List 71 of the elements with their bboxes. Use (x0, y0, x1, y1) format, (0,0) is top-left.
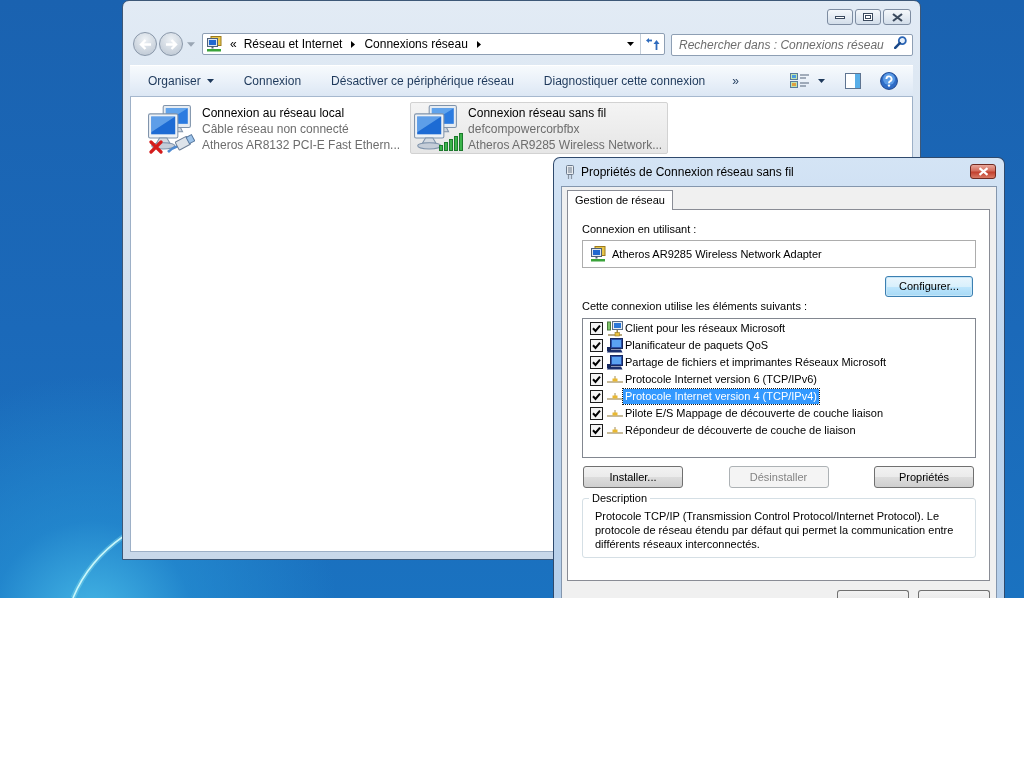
network-computers-icon (148, 105, 192, 150)
arrow-right-icon (164, 38, 178, 50)
close-button[interactable] (970, 164, 996, 179)
maximize-button[interactable] (855, 9, 881, 25)
checkbox[interactable] (590, 339, 603, 352)
network-line-icon (607, 427, 623, 434)
field-label: Cette connexion utilise les éléments suivants : (582, 299, 808, 313)
dialog-button[interactable]: Propriétés (874, 466, 974, 488)
address-bar[interactable]: « Réseau et Internet Connexions réseau (202, 33, 665, 55)
configure-button[interactable]: Configurer... (885, 276, 973, 297)
checkbox[interactable] (590, 424, 603, 437)
computer-icon (607, 337, 623, 354)
minimize-button[interactable] (827, 9, 853, 25)
refresh-icon (645, 38, 660, 50)
adapter-name: Atheros AR9285 Wireless Network Adapter (612, 246, 822, 262)
component-item[interactable]: Client pour les réseaux Microsoft (623, 321, 788, 336)
signal-bars-icon (439, 133, 464, 151)
network-line-icon (607, 393, 623, 400)
caret-down-icon[interactable] (627, 42, 634, 46)
checkbox[interactable] (590, 356, 603, 369)
preview-pane-icon[interactable] (845, 73, 861, 89)
chevron-right-icon[interactable] (351, 40, 356, 48)
arrow-left-icon (138, 38, 152, 50)
breadcrumb-link[interactable]: Réseau et Internet (243, 35, 343, 53)
search-field[interactable]: Rechercher dans : Connexions réseau (671, 34, 913, 56)
network-line-icon (607, 376, 623, 383)
breadcrumb-link[interactable]: Connexions réseau (364, 35, 468, 53)
checkbox[interactable] (590, 322, 603, 335)
adapter-icon (566, 165, 574, 179)
tab[interactable]: Gestion de réseau (567, 190, 673, 210)
connection-item[interactable]: Connexion au réseau local Câble réseau non connecté Atheros AR8132 PCI-E Fast Ethern... (144, 102, 407, 154)
checkbox[interactable] (590, 373, 603, 386)
cropped-button[interactable] (837, 590, 909, 598)
monitor-network-icon (607, 320, 623, 337)
field-label: Connexion en utilisant : (582, 222, 698, 236)
search-icon[interactable] (894, 36, 907, 49)
command-button[interactable]: Désactiver ce périphérique réseau (316, 69, 529, 93)
back-button[interactable] (133, 32, 157, 56)
close-icon (977, 167, 989, 176)
cropped-button[interactable] (918, 590, 990, 598)
component-item[interactable]: Planificateur de paquets QoS (623, 338, 771, 353)
forward-button[interactable] (159, 32, 183, 56)
checkbox[interactable] (590, 407, 603, 420)
maximize-icon (863, 13, 873, 21)
network-cable-icon (167, 133, 195, 153)
component-item[interactable]: Pilote E/S Mappage de découverte de couche liaison (623, 406, 886, 421)
network-computers-icon (414, 105, 459, 150)
chevron-right-icon[interactable] (476, 40, 481, 48)
command-button[interactable]: Connexion (228, 69, 317, 93)
network-icon (206, 36, 222, 52)
caret-down-icon[interactable] (818, 79, 825, 83)
minimize-icon (835, 15, 845, 19)
connection-item[interactable]: Connexion réseau sans fil defcompowercorbfbx Atheros AR9285 Wireless Network... (410, 102, 669, 154)
description-text: Protocole TCP/IP (Transmission Control Protocol/Internet Protocol). Le protocole de réseau étendu par défaut qui permet la communication entre différents réseaux interconnectés. (595, 509, 955, 551)
dialog-title: Propriétés de Connexion réseau sans fil (581, 164, 794, 181)
component-item[interactable]: Répondeur de découverte de couche de liaison (623, 423, 858, 438)
network-line-icon (607, 410, 623, 417)
menu-button[interactable]: Organiser (133, 69, 229, 93)
caret-down-icon (206, 79, 214, 83)
group-title: Description (589, 491, 651, 505)
view-options-icon[interactable] (790, 73, 810, 89)
network-adapter-icon (590, 246, 606, 262)
help-icon[interactable] (880, 72, 898, 90)
computer-icon (607, 354, 623, 371)
component-item[interactable]: Partage de fichiers et imprimantes Réseaux Microsoft (623, 355, 889, 370)
close-icon (891, 12, 903, 22)
component-item[interactable]: Protocole Internet version 6 (TCP/IPv6) (623, 372, 819, 387)
dialog-button[interactable]: Installer... (583, 466, 683, 488)
breadcrumb-overflow[interactable]: « (230, 35, 237, 53)
close-button[interactable] (883, 9, 911, 25)
checkbox[interactable] (590, 390, 603, 403)
